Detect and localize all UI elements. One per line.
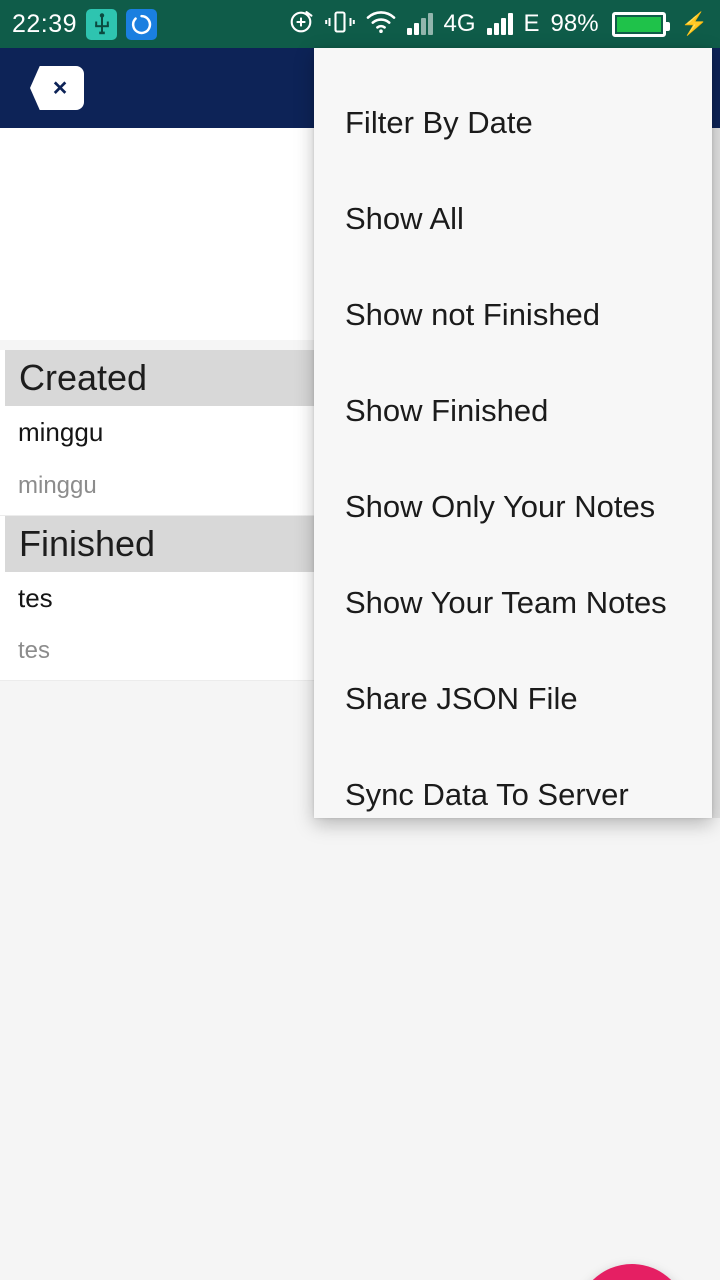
- close-button[interactable]: ×: [30, 66, 84, 110]
- phone-screen: 22:39 4G E 98% ⚡ × Created minggu minggu…: [0, 0, 720, 1280]
- menu-item-label: Sync Data To Server: [345, 776, 629, 812]
- menu-item-show-all[interactable]: Show All: [314, 170, 712, 266]
- menu-item-share-json-file[interactable]: Share JSON File: [314, 650, 712, 746]
- battery-percent: 98%: [550, 10, 599, 37]
- alarm-add-icon: [288, 9, 314, 40]
- sync-circle-icon: [126, 8, 158, 40]
- menu-item-show-only-your-notes[interactable]: Show Only Your Notes: [314, 458, 712, 554]
- status-clock: 22:39: [12, 9, 78, 38]
- menu-item-sync-data-to-server[interactable]: Sync Data To Server: [314, 746, 712, 818]
- overflow-menu[interactable]: Filter By Date Show All Show not Finishe…: [314, 48, 712, 818]
- menu-item-show-finished[interactable]: Show Finished: [314, 362, 712, 458]
- menu-item-label: Show Finished: [345, 392, 549, 428]
- network-type-2: E: [523, 10, 540, 37]
- status-bar-left: 22:39: [12, 8, 158, 40]
- section-header-label: Finished: [19, 522, 156, 564]
- signal-bars-2-icon: [486, 13, 513, 35]
- menu-item-label: Filter By Date: [345, 104, 533, 140]
- menu-item-label: Show Only Your Notes: [345, 488, 656, 524]
- list-right-sliver: [712, 128, 720, 818]
- charging-bolt-icon: ⚡: [680, 11, 708, 36]
- menu-item-show-your-team-notes[interactable]: Show Your Team Notes: [314, 554, 712, 650]
- menu-item-label: Show Your Team Notes: [345, 584, 667, 620]
- signal-bars-1-icon: [406, 13, 433, 35]
- usb-icon: [86, 8, 118, 40]
- menu-item-label: Show All: [345, 200, 464, 236]
- menu-item-label: Show not Finished: [345, 296, 601, 332]
- new-note-fab[interactable]: [576, 1264, 688, 1280]
- wifi-icon: [366, 10, 396, 39]
- vibrate-icon: [324, 9, 355, 40]
- close-icon: ×: [52, 73, 68, 102]
- battery-icon: [611, 11, 670, 37]
- app-bar-right-sliver: [712, 48, 720, 128]
- status-bar-right: 4G E 98% ⚡: [288, 9, 708, 40]
- menu-item-label: Share JSON File: [345, 680, 578, 716]
- menu-item-show-not-finished[interactable]: Show not Finished: [314, 266, 712, 362]
- menu-item-filter-by-date[interactable]: Filter By Date: [314, 74, 712, 170]
- status-bar: 22:39 4G E 98% ⚡: [0, 0, 720, 48]
- network-type-1: 4G: [443, 10, 476, 37]
- section-header-label: Created: [19, 357, 148, 398]
